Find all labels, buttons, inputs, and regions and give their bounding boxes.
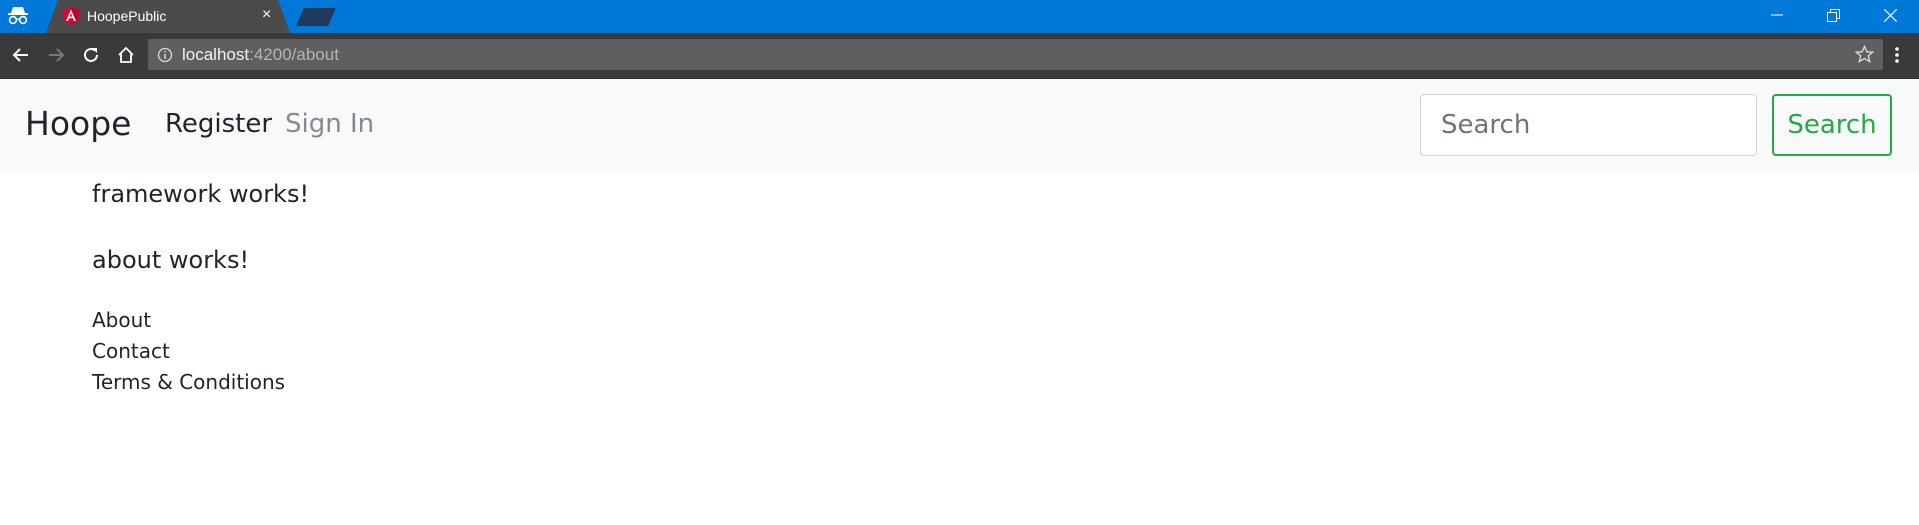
new-tab-button[interactable]: [296, 8, 336, 26]
reload-button[interactable]: [80, 44, 102, 66]
tab-close-icon[interactable]: ×: [262, 5, 271, 25]
back-button[interactable]: [10, 44, 32, 66]
framework-heading: framework works!: [92, 180, 310, 208]
site-navbar: Hoope Register Sign In Search: [0, 79, 1919, 172]
footer-link-about[interactable]: About: [92, 308, 151, 332]
info-icon[interactable]: [157, 47, 173, 63]
url-path: :4200/about: [249, 45, 339, 64]
search-input[interactable]: [1420, 94, 1757, 156]
forward-button[interactable]: [45, 44, 67, 66]
forward-arrow-icon: [49, 48, 65, 62]
star-icon[interactable]: [1855, 45, 1874, 64]
about-heading: about works!: [92, 246, 250, 274]
footer-link-contact[interactable]: Contact: [92, 339, 170, 363]
kebab-menu-icon: [1895, 47, 1899, 63]
browser-titlebar: HoopePublic ×: [0, 0, 1919, 33]
home-button[interactable]: [115, 44, 137, 66]
minimize-icon: [1771, 14, 1783, 16]
browser-toolbar: localhost:4200/about: [0, 33, 1919, 79]
tab-title: HoopePublic: [87, 8, 167, 24]
home-icon: [118, 46, 134, 63]
window-minimize-button[interactable]: [1749, 0, 1805, 30]
reload-icon: [84, 47, 98, 62]
incognito-icon: [8, 7, 28, 25]
search-button[interactable]: Search: [1772, 94, 1892, 156]
nav-link-sign-in[interactable]: Sign In: [285, 109, 374, 139]
back-arrow-icon: [12, 48, 28, 62]
angular-logo-icon: [62, 7, 80, 25]
url-host: localhost: [182, 45, 250, 64]
close-icon: [1883, 8, 1897, 22]
window-restore-button[interactable]: [1805, 0, 1861, 30]
url-text[interactable]: localhost:4200/about: [182, 45, 339, 65]
window-close-button[interactable]: [1862, 0, 1918, 30]
browser-tab-active[interactable]: [46, 0, 290, 33]
nav-link-register[interactable]: Register: [165, 109, 272, 139]
browser-menu-button[interactable]: [1886, 44, 1908, 66]
restore-icon: [1826, 8, 1840, 22]
navbar-brand[interactable]: Hoope: [25, 104, 131, 143]
footer-link-terms[interactable]: Terms & Conditions: [92, 370, 285, 394]
address-bar[interactable]: localhost:4200/about: [148, 39, 1883, 70]
